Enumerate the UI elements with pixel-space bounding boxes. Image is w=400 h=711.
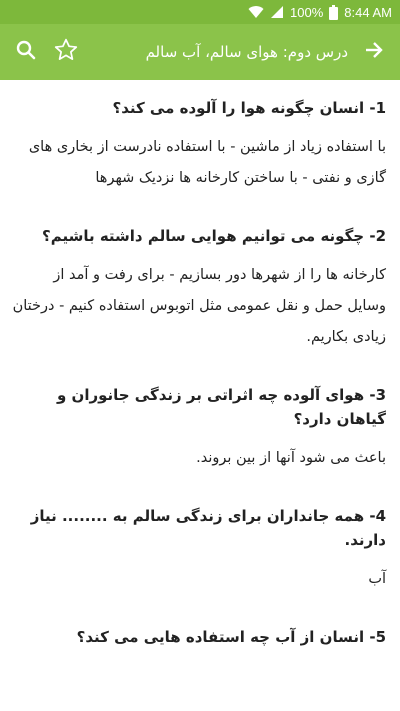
qa-item: 5- انسان از آب چه استفاده هایی می کند؟ (12, 625, 386, 649)
search-icon (16, 40, 36, 64)
clock: 8:44 AM (344, 4, 392, 20)
page-title: درس دوم: هوای سالم، آب سالم (145, 43, 348, 61)
question-text: 3- هوای آلوده چه اثراتی بر زندگی جانوران… (56, 386, 386, 428)
qa-item: 2- چگونه می توانیم هوایی سالم داشته باشی… (12, 224, 386, 353)
arrow-forward-icon (364, 40, 384, 64)
question-text: 4- همه جانداران برای زندگی سالم به .....… (30, 507, 386, 549)
answer-text: کارخانه ها را از شهرها دور بسازیم - برای… (12, 267, 386, 345)
search-button[interactable] (6, 32, 46, 72)
qa-item: 4- همه جانداران برای زندگی سالم به .....… (12, 504, 386, 595)
battery-icon (329, 4, 339, 20)
wifi-icon (248, 5, 264, 19)
app-bar: درس دوم: هوای سالم، آب سالم (0, 24, 400, 80)
back-button[interactable] (354, 32, 394, 72)
qa-item: 3- هوای آلوده چه اثراتی بر زندگی جانوران… (12, 383, 386, 474)
signal-icon (270, 5, 284, 19)
question-text: 5- انسان از آب چه استفاده هایی می کند؟ (76, 628, 386, 646)
answer-text: آب (368, 571, 386, 587)
qa-item: 1- انسان چگونه هوا را آلوده می کند؟ با ا… (12, 96, 386, 194)
favorite-button[interactable] (46, 32, 86, 72)
battery-percent: 100% (290, 4, 324, 20)
status-bar: 100% 8:44 AM (0, 0, 400, 24)
question-text: 1- انسان چگونه هوا را آلوده می کند؟ (112, 99, 387, 117)
answer-text: باعث می شود آنها از بین بروند. (196, 450, 386, 466)
star-outline-icon (53, 37, 79, 67)
answer-text: با استفاده زیاد از ماشین - با استفاده نا… (28, 139, 386, 186)
question-text: 2- چگونه می توانیم هوایی سالم داشته باشی… (42, 227, 386, 245)
lesson-content: 1- انسان چگونه هوا را آلوده می کند؟ با ا… (0, 80, 400, 649)
